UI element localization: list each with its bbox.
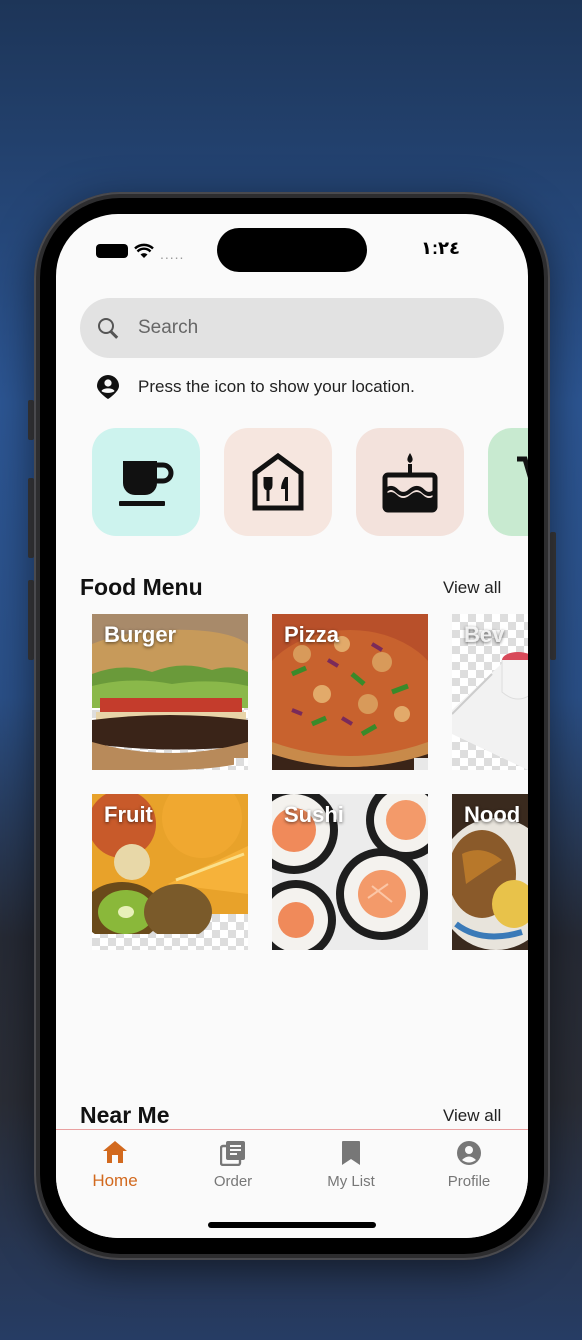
cake-icon — [382, 453, 438, 513]
nav-my-list[interactable]: My List — [306, 1140, 396, 1190]
nav-home-label: Home — [92, 1171, 138, 1190]
location-pin-person-icon[interactable] — [96, 374, 120, 400]
food-card-fruit[interactable]: Fruit — [92, 794, 248, 950]
app-screen: ..... ١:٢٤ Search Press the icon to show… — [56, 214, 528, 1238]
nav-my-list-label: My List — [327, 1173, 375, 1190]
power-button[interactable] — [550, 532, 556, 660]
food-menu-view-all-link[interactable]: View all — [443, 578, 501, 598]
profile-icon — [457, 1141, 481, 1165]
category-cake[interactable] — [356, 428, 464, 536]
status-time: ١:٢٤ — [421, 238, 460, 258]
food-card-burger[interactable]: Burger — [92, 614, 248, 770]
category-coffee[interactable] — [92, 428, 200, 536]
cart-icon — [517, 456, 528, 479]
nav-home[interactable]: Home — [70, 1140, 160, 1191]
category-cart[interactable] — [488, 428, 528, 536]
near-me-title: Near Me — [80, 1102, 170, 1128]
dynamic-island — [217, 228, 367, 272]
order-list-icon — [219, 1141, 245, 1167]
food-label-noodles: Nood — [464, 802, 521, 827]
food-label-pizza: Pizza — [284, 622, 340, 647]
location-row[interactable]: Press the icon to show your location. — [96, 374, 415, 400]
food-label-sushi: Sushi — [284, 802, 344, 827]
nav-profile[interactable]: Profile — [424, 1140, 514, 1190]
food-menu-title: Food Menu — [80, 574, 203, 600]
category-list — [92, 428, 528, 538]
search-icon — [98, 318, 118, 338]
wifi-icon — [134, 243, 154, 258]
home-icon — [103, 1141, 127, 1163]
near-me-view-all-link[interactable]: View all — [443, 1106, 501, 1126]
signal-dots-icon: ..... — [160, 246, 185, 262]
battery-icon — [96, 244, 128, 258]
status-bar-left: ..... — [96, 240, 184, 262]
search-placeholder: Search — [138, 317, 199, 338]
nav-order-label: Order — [213, 1173, 253, 1190]
coffee-cup-icon — [119, 461, 174, 506]
category-restaurant[interactable] — [224, 428, 332, 536]
bookmark-icon — [342, 1141, 360, 1165]
food-card-pizza[interactable]: Pizza — [272, 614, 428, 770]
restaurant-icon — [252, 453, 304, 511]
food-label-beverage: Bev — [464, 622, 505, 647]
food-label-fruit: Fruit — [104, 802, 153, 827]
nav-order[interactable]: Order — [188, 1140, 278, 1190]
home-indicator[interactable] — [208, 1222, 376, 1228]
nav-profile-label: Profile — [447, 1173, 491, 1190]
search-bar[interactable]: Search — [80, 298, 504, 358]
location-hint: Press the icon to show your location. — [138, 377, 415, 396]
food-label-burger: Burger — [104, 622, 177, 647]
food-card-beverage[interactable]: Bev — [452, 614, 528, 770]
food-card-noodles[interactable]: Nood — [452, 794, 528, 950]
food-card-sushi[interactable]: Sushi — [272, 794, 428, 950]
